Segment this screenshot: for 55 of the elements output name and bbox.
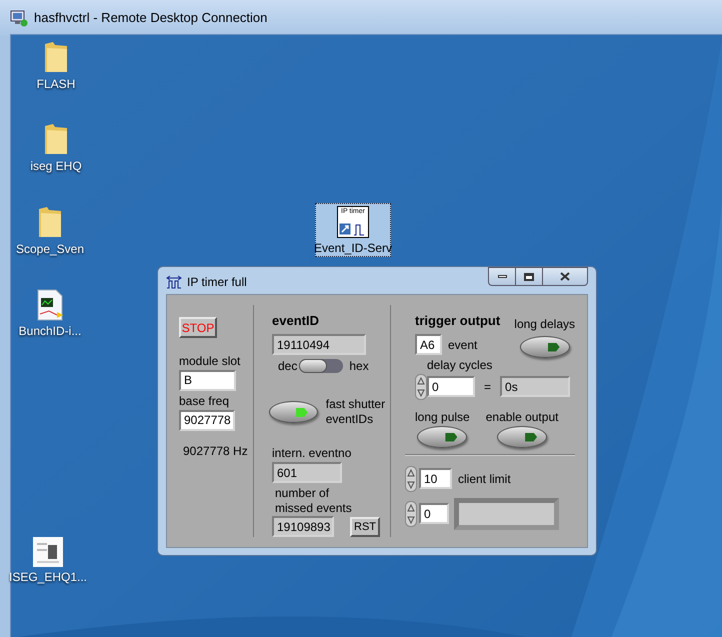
client-limit-field[interactable]: 10 (419, 468, 452, 489)
spinner-arrows[interactable] (405, 466, 417, 492)
close-button[interactable] (543, 267, 588, 286)
base-freq-field[interactable]: 9027778 (179, 410, 235, 430)
section-heading: eventID (272, 312, 320, 330)
folder-icon (43, 40, 69, 74)
field-label: event (448, 336, 478, 354)
toggle-button[interactable] (497, 426, 548, 448)
switch-label: dec (278, 358, 298, 375)
delay-result-display: 0s (500, 376, 570, 397)
field-label: base freq (179, 392, 230, 410)
spinner-arrows[interactable] (405, 500, 417, 526)
icon-label[interactable]: BunchID-i... (18, 324, 82, 339)
toggle-label: long pulse (415, 408, 470, 426)
window-title: hasfhvctrl - Remote Desktop Connection (34, 9, 268, 28)
field-label: number of missed events (275, 486, 353, 516)
folder-icon (37, 205, 63, 239)
maximize-button[interactable] (516, 267, 543, 286)
missed-events-display: 19109893 (272, 516, 334, 537)
spinner-arrows[interactable] (415, 374, 427, 400)
counter-field[interactable]: 0 (419, 503, 449, 524)
field-label: intern. eventno (272, 445, 352, 462)
reset-button[interactable]: RST (350, 517, 380, 537)
minimize-button[interactable] (488, 267, 516, 286)
eventno-display: 601 (272, 462, 342, 483)
remote-desktop-icon (10, 9, 28, 27)
folder-icon (43, 122, 69, 156)
dec-hex-switch[interactable] (299, 359, 344, 373)
section-heading: trigger output (415, 312, 500, 330)
toggle-label: long delays (514, 316, 575, 332)
event-field[interactable]: A6 (415, 334, 442, 355)
toggle-label: enable output (486, 408, 558, 426)
window-title: IP timer full (187, 274, 247, 291)
delay-cycles-field[interactable]: 0 (427, 376, 475, 397)
icon-label[interactable]: iseg EHQ (30, 159, 82, 174)
close-icon (560, 272, 570, 281)
frequency-reading: 9027778 Hz (183, 442, 249, 460)
toggle-button[interactable] (269, 401, 318, 423)
document-icon (33, 537, 63, 567)
toggle-button[interactable] (520, 336, 570, 358)
toggle-button[interactable] (417, 426, 468, 448)
icon-label[interactable]: Event_ID-Serv (314, 241, 392, 256)
field-label: delay cycles (427, 356, 494, 374)
document-icon (35, 289, 65, 321)
event-id-display: 19110494 (272, 334, 366, 355)
field-label: client limit (458, 470, 511, 488)
field-label: module slot (179, 352, 242, 370)
icon-label[interactable]: Scope_Sven (16, 242, 84, 257)
pulse-icon (166, 275, 182, 289)
module-slot-field[interactable]: B (179, 370, 236, 390)
icon-label[interactable]: FLASH (36, 77, 76, 92)
icon-label[interactable]: ISEG_EHQ1... (8, 570, 88, 585)
switch-label: hex (349, 358, 369, 375)
equals-sign: = (484, 378, 492, 396)
toggle-label: fast shutter eventIDs (326, 397, 386, 427)
